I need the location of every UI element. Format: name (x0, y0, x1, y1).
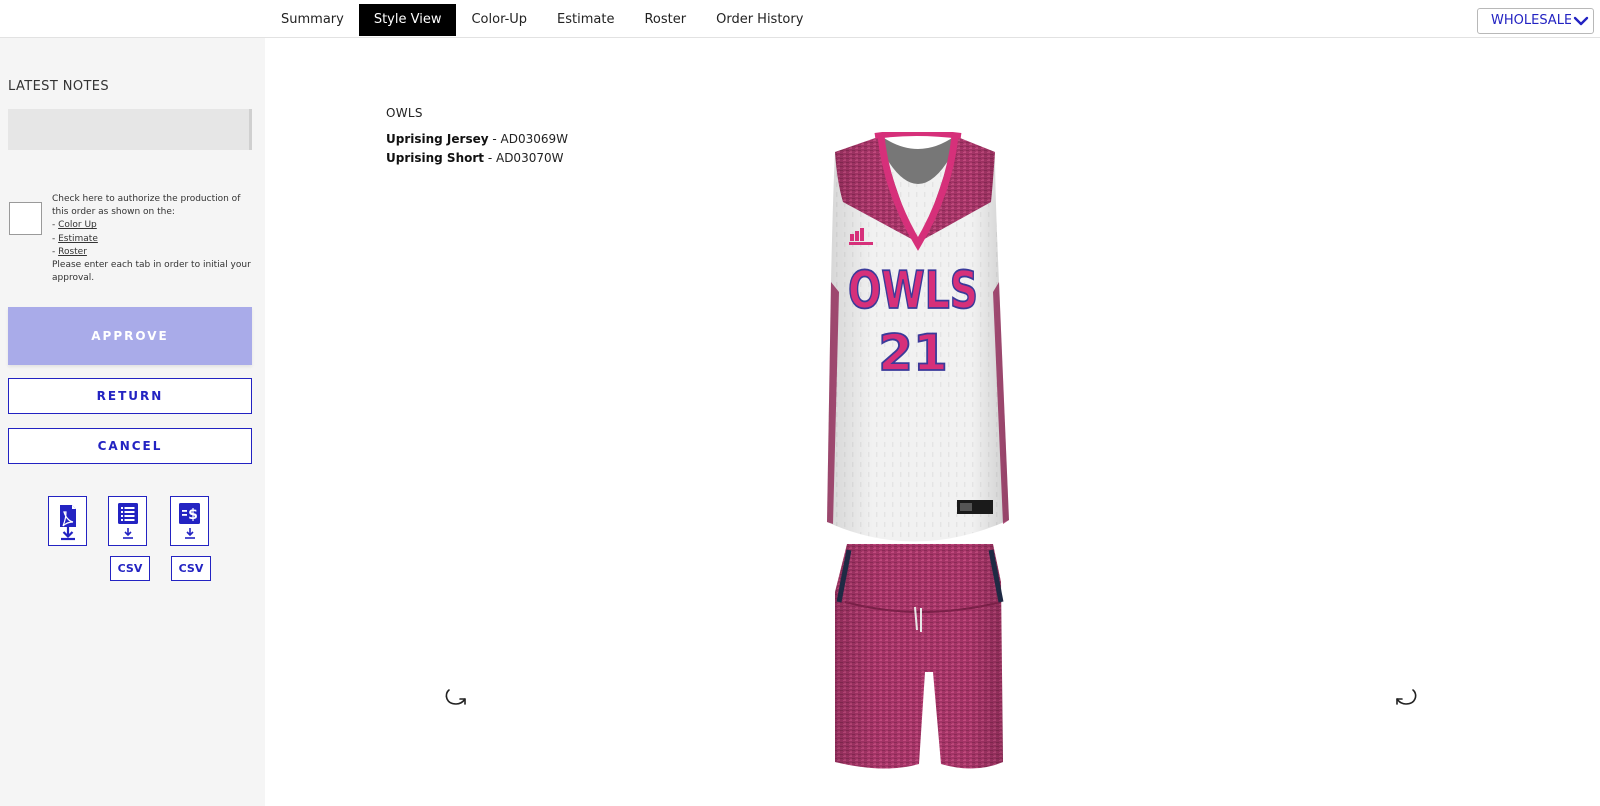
roster-csv-button[interactable]: CSV (110, 556, 150, 581)
authorize-text: Check here to authorize the production o… (52, 193, 252, 285)
cancel-button[interactable]: CANCEL (8, 428, 252, 464)
item-short-name: Uprising Short (386, 151, 485, 165)
pricing-select-value: WHOLESALE (1491, 13, 1573, 28)
item-jersey: Uprising Jersey - AD03069W (386, 132, 569, 146)
estimate-download-button[interactable]: $ (170, 496, 209, 546)
jersey-team-text: OWLS (848, 261, 978, 321)
sidebar: LATEST NOTES Check here to authorize the… (0, 38, 265, 806)
team-name: OWLS (386, 106, 423, 120)
item-short: Uprising Short - AD03070W (386, 151, 564, 165)
latest-notes-title: LATEST NOTES (8, 79, 110, 94)
uniform-preview[interactable]: OWLS 21 (825, 130, 1035, 797)
roster-download-button[interactable] (108, 496, 147, 546)
link-roster[interactable]: Roster (58, 247, 87, 257)
rotate-left-icon (442, 689, 470, 714)
roster-list-download-icon (109, 497, 146, 545)
top-navigation: Summary Style View Color-Up Estimate Ros… (0, 0, 1600, 38)
tab-color-up[interactable]: Color-Up (456, 4, 542, 36)
authorize-outro: Please enter each tab in order to initia… (52, 260, 251, 284)
item-short-code: AD03070W (495, 151, 564, 165)
tab-estimate[interactable]: Estimate (542, 4, 629, 36)
pricing-select[interactable]: WHOLESALE (1477, 8, 1594, 34)
return-button[interactable]: RETURN (8, 378, 252, 414)
tab-summary[interactable]: Summary (266, 4, 359, 36)
link-color-up[interactable]: Color Up (58, 220, 97, 230)
jersey-number: 21 (878, 324, 948, 382)
pdf-download-icon (49, 497, 86, 545)
estimate-dollar-download-icon: $ (171, 497, 208, 545)
tab-order-history[interactable]: Order History (701, 4, 818, 36)
approve-button[interactable]: APPROVE (8, 307, 252, 365)
item-jersey-name: Uprising Jersey (386, 132, 489, 146)
latest-notes-box[interactable] (8, 109, 252, 150)
estimate-csv-button[interactable]: CSV (171, 556, 211, 581)
authorize-intro: Check here to authorize the production o… (52, 194, 241, 218)
rotate-left-button[interactable] (442, 686, 470, 710)
tab-bar: Summary Style View Color-Up Estimate Ros… (266, 4, 818, 36)
rotate-right-icon (1392, 689, 1420, 714)
link-estimate[interactable]: Estimate (58, 234, 98, 244)
pdf-download-button[interactable] (48, 496, 87, 546)
chevron-down-icon (1571, 9, 1591, 33)
item-jersey-code: AD03069W (500, 132, 569, 146)
authorize-checkbox[interactable] (9, 202, 42, 235)
jersey: OWLS 21 (827, 130, 1009, 542)
tab-style-view[interactable]: Style View (358, 4, 457, 36)
shorts (835, 544, 1004, 769)
svg-text:$: $ (188, 507, 198, 523)
rotate-right-button[interactable] (1392, 686, 1420, 710)
tab-roster[interactable]: Roster (629, 4, 701, 36)
